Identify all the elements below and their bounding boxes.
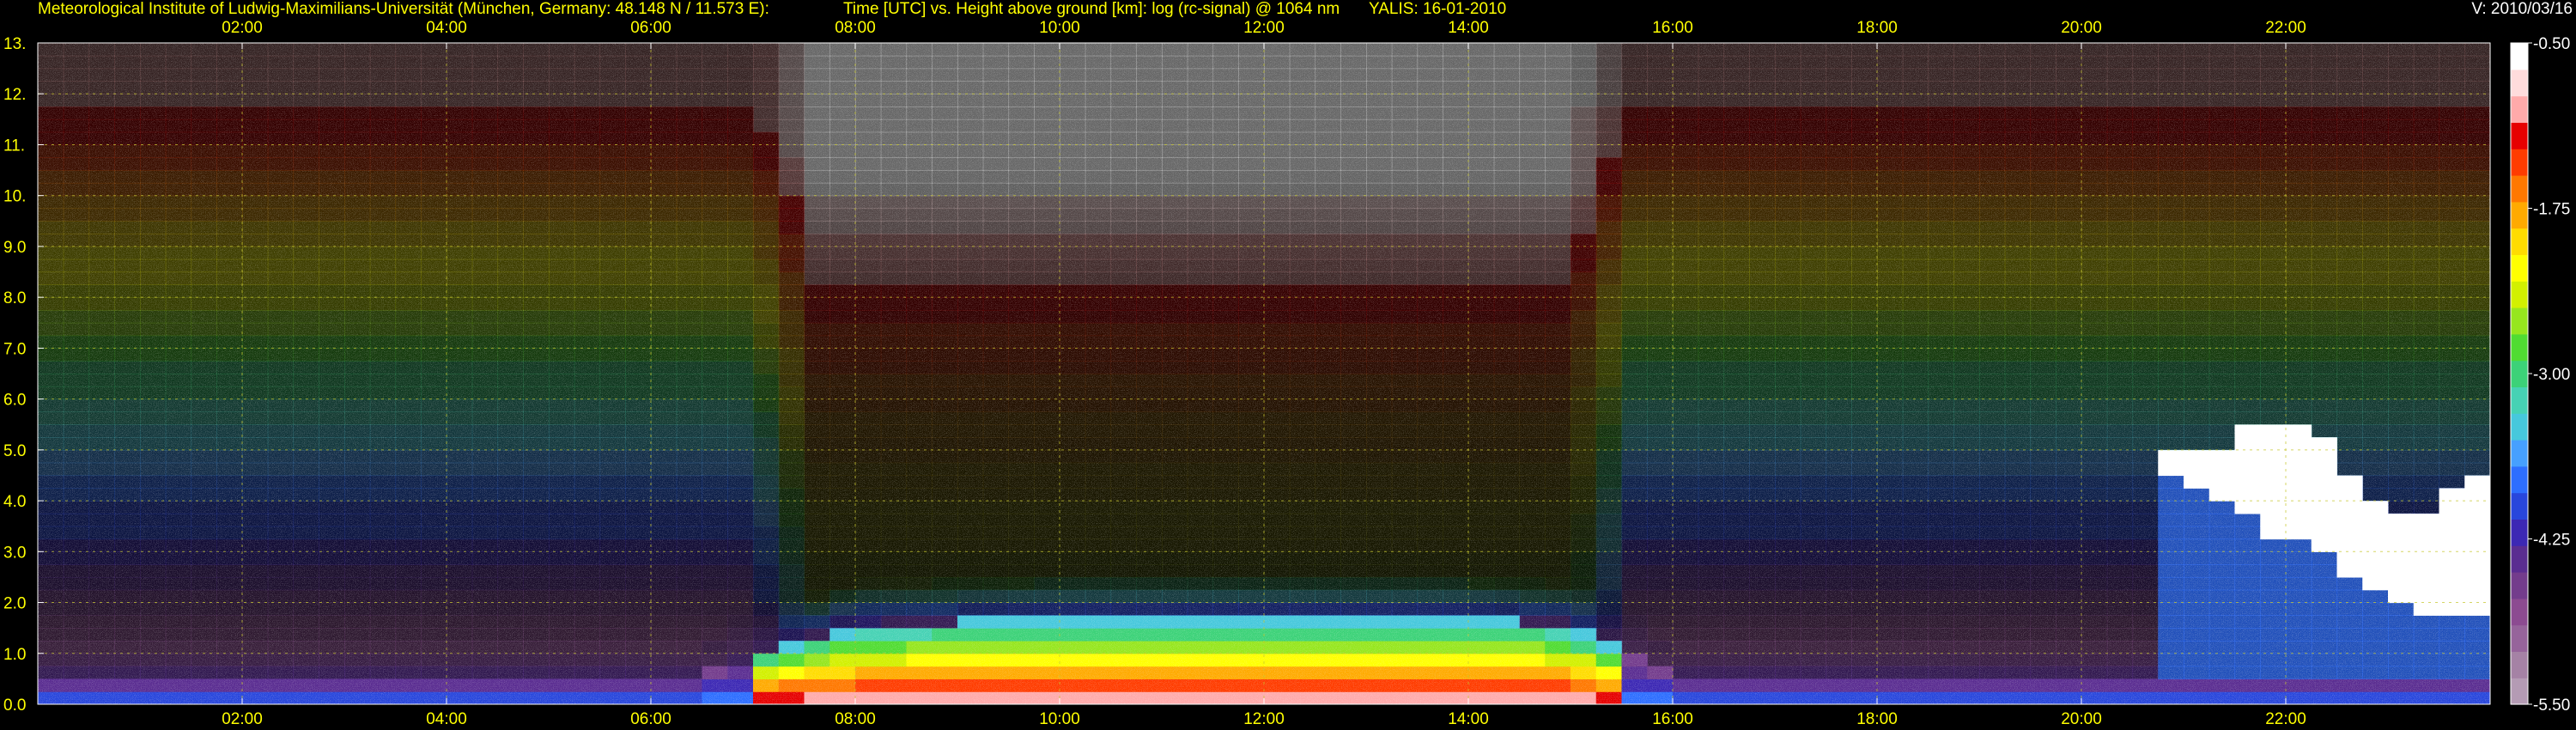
lidar-backscatter-chart: 02:00 04:00 06:00 08:00 10:00 12:00 14:00 16:00… bbox=[3, 19, 2570, 728]
plot-area bbox=[38, 43, 2490, 704]
